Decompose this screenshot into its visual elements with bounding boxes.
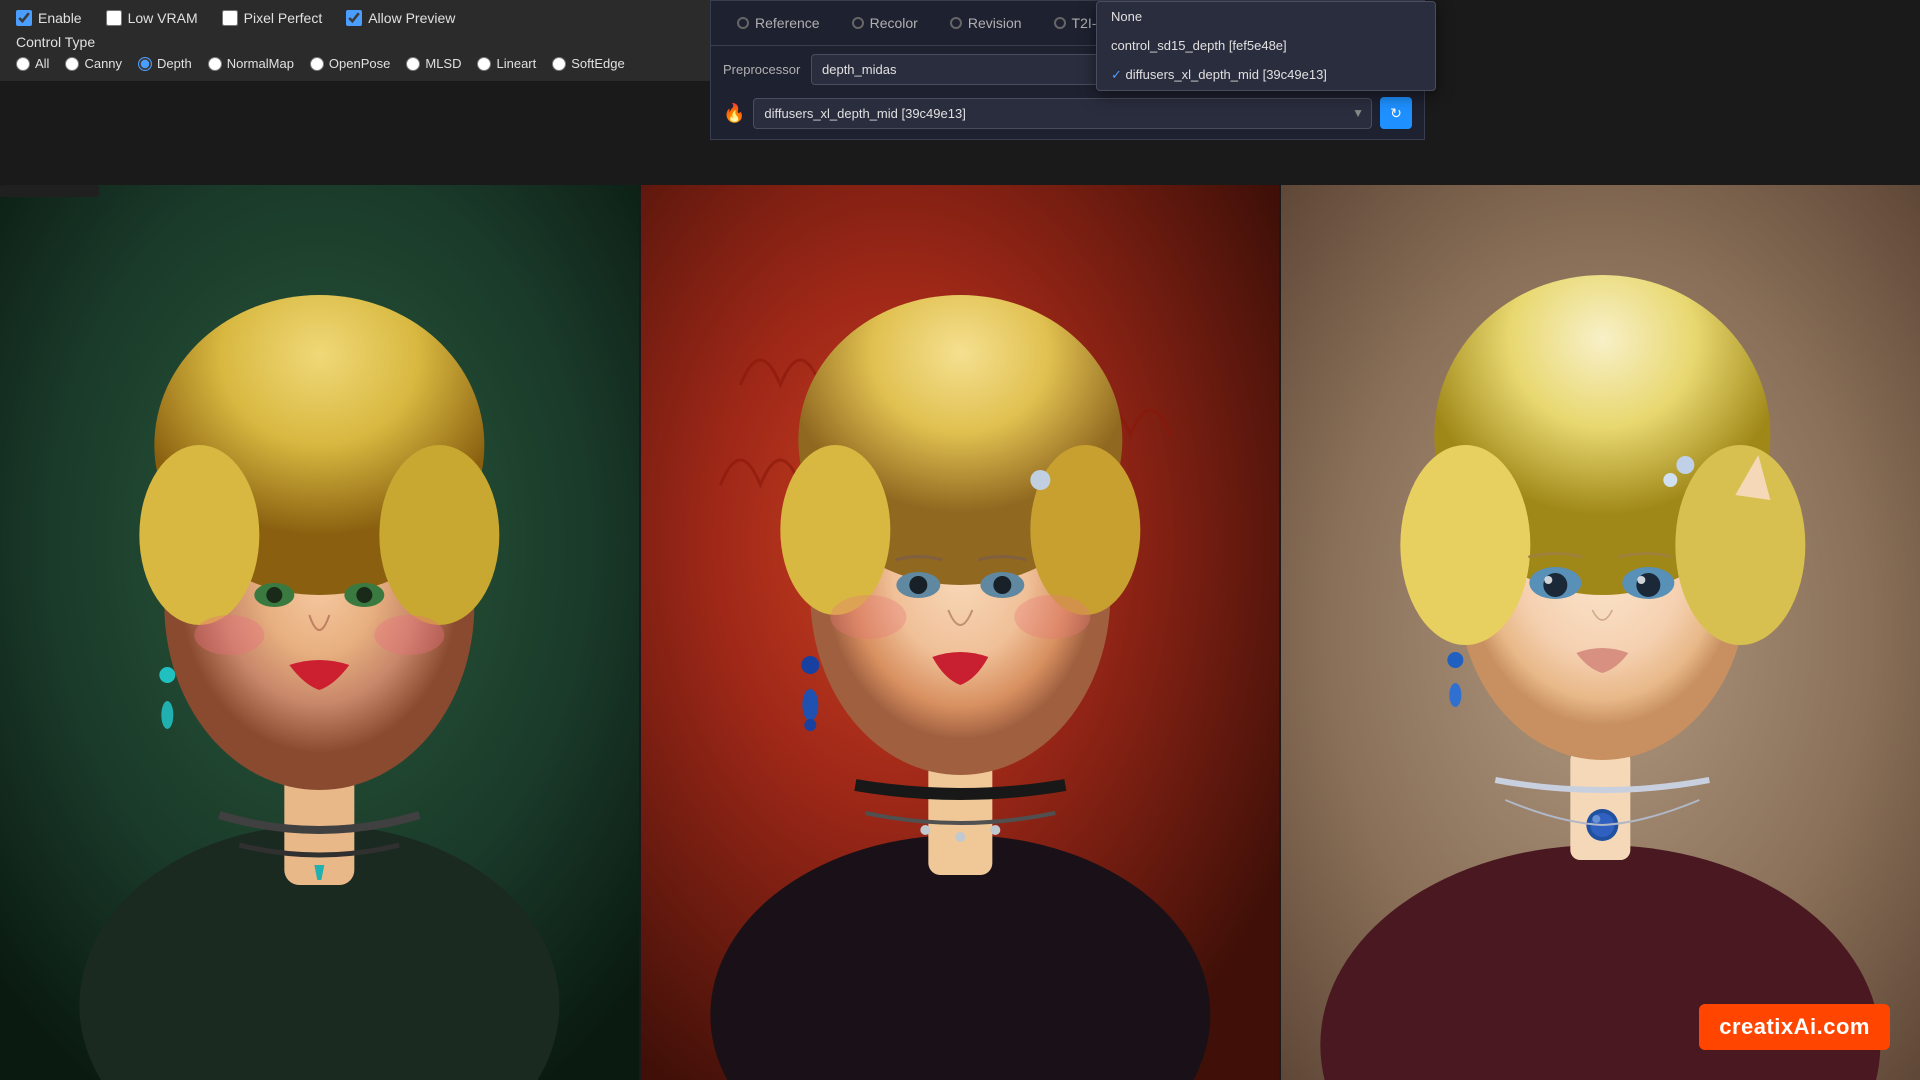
tab-t2i-dot	[1054, 17, 1066, 29]
pixel-perfect-label: Pixel Perfect	[244, 10, 323, 26]
radio-depth-label: Depth	[157, 56, 192, 71]
model-select-wrapper: diffusers_xl_depth_mid [39c49e13] None c…	[753, 98, 1372, 129]
portrait-panel-1	[0, 185, 639, 1080]
radio-openpose-label: OpenPose	[329, 56, 390, 71]
model-select[interactable]: diffusers_xl_depth_mid [39c49e13] None c…	[753, 98, 1372, 129]
radio-canny[interactable]: Canny	[65, 56, 122, 71]
radio-softedge-label: SoftEdge	[571, 56, 625, 71]
watermark: creatixAi.com	[1699, 1004, 1890, 1050]
enable-label: Enable	[38, 10, 82, 26]
radio-mlsd[interactable]: MLSD	[406, 56, 461, 71]
radio-all-label: All	[35, 56, 49, 71]
dropdown-item-xl-mid[interactable]: diffusers_xl_depth_mid [39c49e13]	[1097, 60, 1435, 90]
tab-recolor-label: Recolor	[870, 15, 918, 31]
tab-revision[interactable]: Revision	[936, 9, 1036, 37]
enable-checkbox-item[interactable]: Enable	[16, 10, 82, 26]
pixel-perfect-checkbox[interactable]	[222, 10, 238, 26]
allow-preview-checkbox-item[interactable]: Allow Preview	[346, 10, 455, 26]
portrait-2-svg	[641, 185, 1280, 1080]
images-area	[0, 185, 1920, 1080]
portrait-3-svg	[1281, 185, 1920, 1080]
tab-recolor[interactable]: Recolor	[838, 9, 932, 37]
tab-reference-label: Reference	[755, 15, 820, 31]
allow-preview-checkbox[interactable]	[346, 10, 362, 26]
refresh-button[interactable]: ↻	[1380, 97, 1412, 129]
radio-lineart[interactable]: Lineart	[477, 56, 536, 71]
portrait-panel-2	[639, 185, 1280, 1080]
radio-mlsd-label: MLSD	[425, 56, 461, 71]
preprocessor-label: Preprocessor	[723, 62, 803, 77]
low-vram-checkbox[interactable]	[106, 10, 122, 26]
tab-revision-dot	[950, 17, 962, 29]
model-dropdown-popup: None control_sd15_depth [fef5e48e] diffu…	[1096, 1, 1436, 91]
model-panel: Reference Recolor Revision T2I-Ad Prepro…	[710, 0, 1425, 140]
model-row: 🔥 diffusers_xl_depth_mid [39c49e13] None…	[711, 93, 1424, 139]
low-vram-label: Low VRAM	[128, 10, 198, 26]
control-type-label: Control Type	[16, 34, 709, 50]
portrait-1-svg	[0, 185, 639, 1080]
radio-openpose[interactable]: OpenPose	[310, 56, 390, 71]
watermark-text: creatixAi.com	[1719, 1014, 1870, 1039]
radio-normalmap[interactable]: NormalMap	[208, 56, 294, 71]
control-bar: Enable Low VRAM Pixel Perfect Allow Prev…	[0, 0, 725, 81]
control-type-radio-group: All Canny Depth NormalMap OpenPose MLSD …	[16, 56, 709, 71]
pixel-perfect-checkbox-item[interactable]: Pixel Perfect	[222, 10, 323, 26]
radio-canny-label: Canny	[84, 56, 122, 71]
radio-normalmap-label: NormalMap	[227, 56, 294, 71]
dropdown-item-sd15[interactable]: control_sd15_depth [fef5e48e]	[1097, 31, 1435, 60]
low-vram-checkbox-item[interactable]: Low VRAM	[106, 10, 198, 26]
radio-softedge[interactable]: SoftEdge	[552, 56, 625, 71]
radio-depth[interactable]: Depth	[138, 56, 192, 71]
dropdown-item-none[interactable]: None	[1097, 2, 1435, 31]
radio-lineart-label: Lineart	[496, 56, 536, 71]
fire-icon: 🔥	[723, 103, 745, 124]
enable-checkbox[interactable]	[16, 10, 32, 26]
checkbox-row: Enable Low VRAM Pixel Perfect Allow Prev…	[16, 10, 709, 26]
radio-all[interactable]: All	[16, 56, 49, 71]
tab-reference[interactable]: Reference	[723, 9, 834, 37]
portrait-panel-3	[1279, 185, 1920, 1080]
tab-reference-dot	[737, 17, 749, 29]
tab-recolor-dot	[852, 17, 864, 29]
allow-preview-label: Allow Preview	[368, 10, 455, 26]
tab-revision-label: Revision	[968, 15, 1022, 31]
